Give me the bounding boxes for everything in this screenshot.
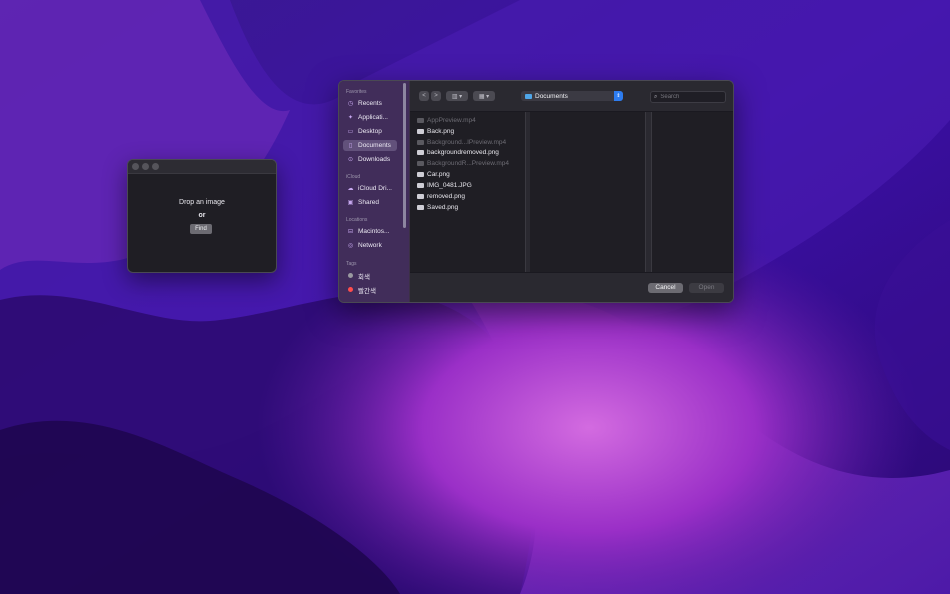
path-popup[interactable]: Documents ⇕ — [521, 91, 623, 101]
disk-icon: ⊟ — [347, 229, 354, 235]
minimize-window-button[interactable] — [142, 163, 149, 170]
sidebar-section-favorites: Favorites — [346, 89, 367, 95]
grid-icon: ▦ ▾ — [478, 93, 490, 100]
desktop-icon: ▭ — [347, 129, 354, 135]
drop-image-label: Drop an image — [179, 199, 225, 206]
video-file-icon — [417, 139, 424, 145]
close-window-button[interactable] — [132, 163, 139, 170]
sidebar-item-applications[interactable]: ✦ Applicati... — [343, 112, 397, 123]
document-icon: ▯ — [348, 143, 353, 149]
file-item[interactable]: Background...IPreview.mp4 — [417, 137, 506, 147]
video-file-icon — [417, 117, 424, 123]
file-item[interactable]: Saved.png — [417, 202, 458, 212]
download-icon: ⊙ — [347, 157, 354, 163]
file-item[interactable]: backgroundremoved.png — [417, 147, 499, 157]
sidebar-section-tags: Tags — [346, 261, 357, 267]
gray-tag-dot-icon — [348, 273, 353, 278]
forward-button[interactable]: > — [431, 91, 441, 101]
red-tag-dot-icon — [348, 287, 353, 292]
video-file-icon — [417, 160, 424, 166]
image-file-icon — [417, 193, 424, 199]
search-icon: ⌕ — [654, 93, 658, 100]
file-item[interactable]: IMG_0481.JPG — [417, 180, 472, 190]
cloud-icon: ☁ — [347, 186, 354, 192]
panel-bottom-bar: Cancel Open — [410, 272, 733, 302]
view-mode-button[interactable]: ▥ ▾ — [446, 91, 468, 101]
open-file-panel: Favorites ◷ Recents ✦ Applicati... ▭ Des… — [338, 80, 734, 303]
sidebar-item-tag-red[interactable]: 빨간색 — [343, 284, 397, 295]
open-button[interactable]: Open — [689, 283, 724, 293]
file-column-2 — [530, 112, 645, 272]
sidebar-section-locations: Locations — [346, 217, 368, 223]
column-resize-handle[interactable] — [645, 112, 652, 272]
zoom-window-button[interactable] — [152, 163, 159, 170]
sidebar-item-network[interactable]: ◎ Network — [343, 240, 397, 251]
sidebar-item-macintosh-hd[interactable]: ⊟ Macintos... — [343, 226, 397, 237]
file-item[interactable]: removed.png — [417, 191, 465, 201]
clock-icon: ◷ — [347, 101, 354, 107]
panel-toolbar: < > ▥ ▾ ▦ ▾ Documents ⇕ ⌕ — [410, 81, 733, 112]
globe-icon: ◎ — [347, 243, 354, 249]
sidebar-item-shared[interactable]: ▣ Shared — [343, 197, 397, 208]
sidebar-item-desktop[interactable]: ▭ Desktop — [343, 126, 397, 137]
sidebar-item-recents[interactable]: ◷ Recents — [343, 98, 397, 109]
find-button[interactable]: Find — [190, 224, 212, 234]
file-item[interactable]: AppPreview.mp4 — [417, 115, 476, 125]
search-field[interactable]: ⌕ — [650, 91, 726, 103]
file-item[interactable]: Car.png — [417, 169, 450, 179]
image-file-icon — [417, 182, 424, 188]
applications-icon: ✦ — [347, 115, 354, 121]
back-button[interactable]: < — [419, 91, 429, 101]
sidebar-section-icloud: iCloud — [346, 174, 361, 180]
sidebar-item-downloads[interactable]: ⊙ Downloads — [343, 154, 397, 165]
columns-view-icon: ▥ ▾ — [451, 93, 463, 100]
file-column-3 — [652, 112, 733, 272]
image-file-icon — [417, 128, 424, 134]
path-popup-label: Documents — [535, 92, 568, 100]
sidebar-item-icloud-drive[interactable]: ☁ iCloud Dri... — [343, 183, 397, 194]
group-button[interactable]: ▦ ▾ — [473, 91, 495, 101]
cancel-button[interactable]: Cancel — [648, 283, 683, 293]
or-label: or — [198, 212, 206, 219]
app-window: Drop an image or Find — [127, 159, 277, 273]
app-titlebar — [128, 160, 276, 174]
sidebar: Favorites ◷ Recents ✦ Applicati... ▭ Des… — [339, 81, 410, 302]
file-column-1: AppPreview.mp4 Back.png Background...IPr… — [410, 112, 525, 272]
image-file-icon — [417, 149, 424, 155]
shared-folder-icon: ▣ — [347, 200, 354, 206]
chevron-updown-icon: ⇕ — [614, 91, 623, 101]
sidebar-item-documents[interactable]: ▯ Documents — [343, 140, 397, 151]
image-file-icon — [417, 171, 424, 177]
folder-icon — [525, 93, 532, 99]
search-input[interactable] — [660, 94, 719, 100]
file-item[interactable]: BackgroundR...Preview.mp4 — [417, 158, 509, 168]
sidebar-item-tag-gray[interactable]: 회색 — [343, 270, 397, 281]
sidebar-scrollbar[interactable] — [403, 83, 406, 228]
file-item[interactable]: Back.png — [417, 126, 454, 136]
image-file-icon — [417, 204, 424, 210]
